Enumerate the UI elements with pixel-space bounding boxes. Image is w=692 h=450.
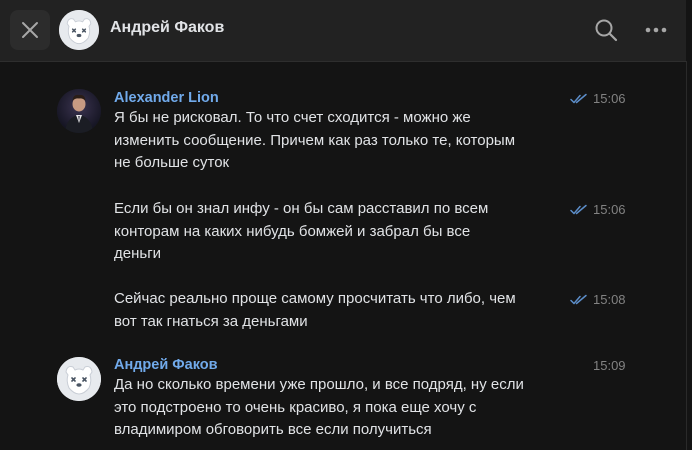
dog-avatar-icon xyxy=(59,10,99,50)
message-text: Сейчас реально проще самому просчитать ч… xyxy=(114,288,566,333)
more-options-button[interactable] xyxy=(641,16,671,44)
close-icon xyxy=(22,22,38,38)
message-time: 15:09 xyxy=(593,358,626,373)
message-line: это подстроено то очень красиво, я пока … xyxy=(114,398,477,416)
dog-avatar-icon xyxy=(57,357,101,401)
more-horizontal-icon xyxy=(645,27,667,33)
double-check-icon xyxy=(570,204,587,215)
message-line: деньги xyxy=(114,245,162,262)
chat-header: Андрей Факов xyxy=(0,0,686,61)
message-line: Если бы он знал инфу - он бы сам расстав… xyxy=(114,200,489,217)
message-line: Я бы не рисковал. То что счет сходится -… xyxy=(114,109,471,126)
message-time: 15:06 xyxy=(593,91,626,106)
message-line: вот так гнаться за деньгами xyxy=(114,312,308,330)
message-time: 15:08 xyxy=(593,292,626,307)
scrollbar[interactable] xyxy=(688,0,692,450)
message-line: конторам на каких нибудь бомжей и забрал… xyxy=(114,222,471,240)
chat-window: Андрей Факов Alexander Lion 15:06 Я бы н… xyxy=(0,0,692,450)
avatar-alexander-lion[interactable] xyxy=(57,89,101,133)
avatar-andrey-fakov[interactable] xyxy=(57,357,101,401)
message-text: Если бы он знал инфу - он бы сам расстав… xyxy=(114,198,566,266)
panel-border xyxy=(686,61,687,450)
message-author[interactable]: Alexander Lion xyxy=(114,90,219,106)
message-line: Да но сколько времени уже прошло, и все … xyxy=(114,376,524,393)
close-button[interactable] xyxy=(10,10,50,50)
message-text: Да но сколько времени уже прошло, и все … xyxy=(114,374,566,442)
header-divider xyxy=(0,61,686,62)
chat-avatar[interactable] xyxy=(59,10,99,50)
double-check-icon xyxy=(570,294,587,305)
search-icon xyxy=(595,19,618,42)
message-line: изменить сообщение. Причем как раз тольк… xyxy=(114,131,516,149)
message-text: Я бы не рисковал. То что счет сходится -… xyxy=(114,107,566,175)
chat-title[interactable]: Андрей Факов xyxy=(110,19,224,37)
message-author[interactable]: Андрей Факов xyxy=(114,357,218,373)
message-line: не больше суток xyxy=(114,154,230,171)
search-button[interactable] xyxy=(592,16,620,44)
message-time: 15:06 xyxy=(593,202,626,217)
person-photo-icon xyxy=(57,89,101,133)
message-line: владимиром обговорить все если получитьс… xyxy=(114,421,432,438)
double-check-icon xyxy=(570,93,587,104)
message-line: Сейчас реально проще самому просчитать ч… xyxy=(114,290,516,307)
